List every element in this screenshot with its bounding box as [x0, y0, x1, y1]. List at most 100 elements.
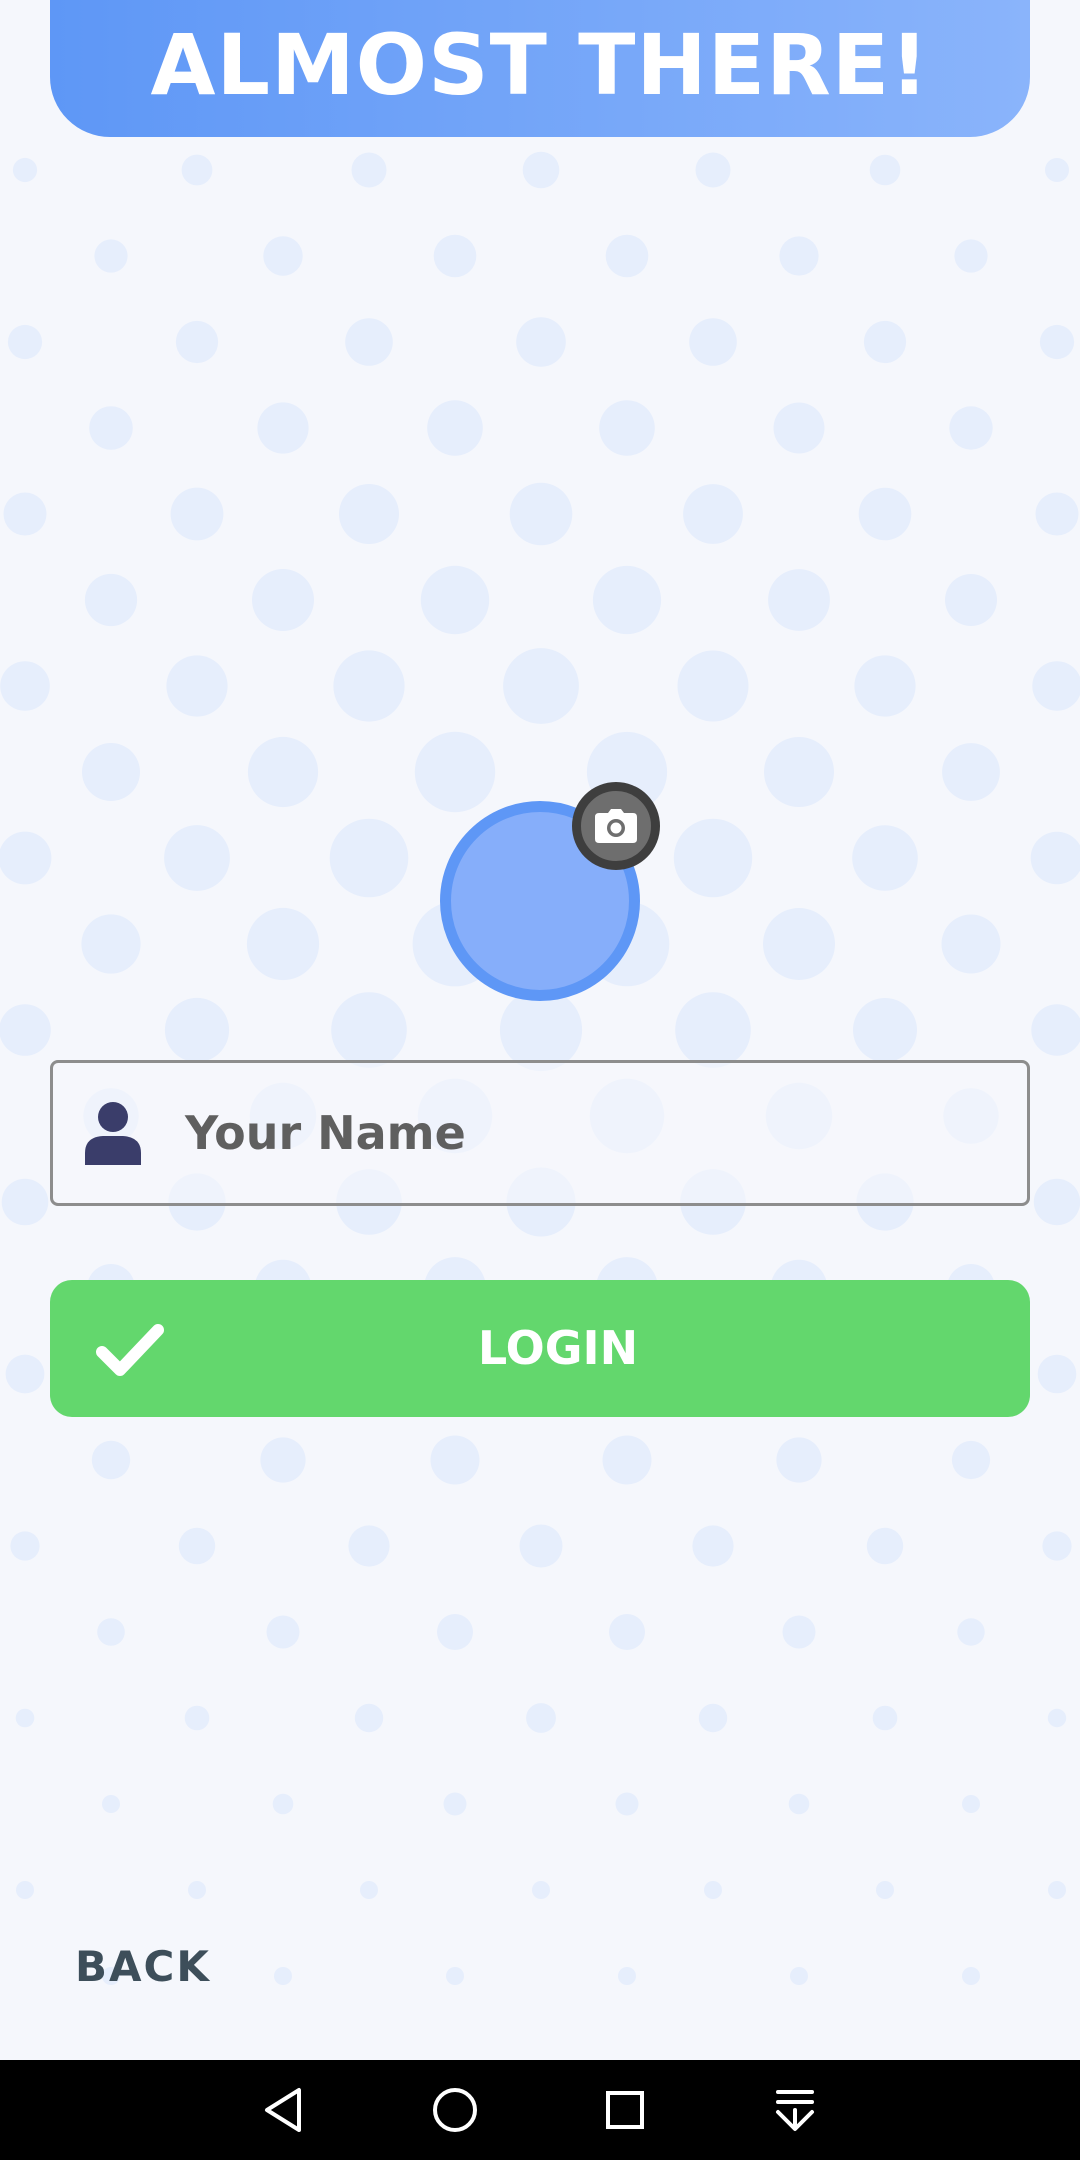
recents-square-icon: [606, 2091, 644, 2129]
background-dot: [704, 1881, 722, 1899]
background-dot: [683, 484, 743, 544]
change-photo-button[interactable]: [572, 782, 660, 870]
name-input-placeholder: Your Name: [185, 1106, 466, 1160]
background-dot: [951, 1440, 991, 1480]
background-dot: [509, 482, 573, 546]
background-dot: [12, 157, 38, 183]
background-dot: [779, 236, 819, 276]
background-dot: [84, 573, 138, 627]
background-dot: [957, 1618, 985, 1646]
background-dot: [339, 484, 399, 544]
background-dot: [1037, 1354, 1077, 1394]
background-dot: [260, 1437, 306, 1483]
background-dot: [175, 320, 219, 364]
background-dot: [247, 736, 319, 808]
background-dot: [252, 569, 314, 631]
background-dot: [677, 650, 749, 722]
background-dot: [82, 743, 140, 801]
nav-notifications-button[interactable]: [765, 2080, 825, 2140]
background-dot: [266, 1615, 300, 1649]
login-button[interactable]: LOGIN: [50, 1280, 1030, 1417]
background-dot: [91, 1440, 131, 1480]
background-dot: [773, 402, 825, 454]
background-dot: [962, 1795, 980, 1813]
background-dot: [962, 1967, 980, 1985]
background-dot: [1033, 1178, 1080, 1226]
page-title: ALMOST THERE!: [150, 15, 930, 114]
name-input-field[interactable]: Your Name: [50, 1060, 1030, 1206]
background-dot: [446, 1967, 464, 1985]
background-dot: [414, 731, 496, 813]
background-dot: [592, 565, 662, 635]
background-dot: [872, 1705, 898, 1731]
camera-icon: [595, 809, 637, 843]
home-circle-icon: [433, 2088, 477, 2132]
background-dot: [3, 492, 47, 536]
background-dot: [15, 1708, 35, 1728]
background-dot: [763, 908, 835, 980]
nav-home-button[interactable]: [425, 2080, 485, 2140]
background-dot: [329, 818, 409, 898]
nav-recents-button[interactable]: [595, 2080, 655, 2140]
background-dot: [1045, 158, 1069, 182]
background-dot: [866, 1527, 904, 1565]
background-dot-pattern: [0, 151, 1080, 1985]
background-dot: [246, 907, 320, 981]
background-dot: [858, 487, 912, 541]
background-dot: [348, 1525, 390, 1567]
background-dot: [618, 1967, 636, 1985]
background-dot: [420, 565, 490, 635]
background-dot: [1032, 661, 1080, 711]
background-dot: [263, 236, 303, 276]
background-dot: [532, 1881, 550, 1899]
background-dot: [331, 992, 407, 1068]
back-button[interactable]: BACK: [75, 1942, 211, 1991]
background-dot: [609, 1614, 645, 1650]
background-dot: [427, 400, 483, 456]
background-dot: [164, 825, 230, 891]
background-dot: [170, 487, 224, 541]
background-dot: [692, 1525, 734, 1567]
nav-back-button[interactable]: [255, 2080, 315, 2140]
background-dot: [1042, 1531, 1072, 1561]
background-dot: [354, 1703, 384, 1733]
background-dot: [675, 992, 751, 1068]
background-dot: [81, 914, 141, 974]
background-dot: [605, 234, 649, 278]
background-dot: [351, 152, 387, 188]
background-dot: [360, 1881, 378, 1899]
background-dot: [1031, 1004, 1080, 1056]
background-dot: [869, 154, 901, 186]
background-dot: [443, 1792, 467, 1816]
background-dot: [790, 1967, 808, 1985]
background-dot: [673, 818, 753, 898]
background-dot: [166, 655, 228, 717]
background-dot: [188, 1881, 206, 1899]
background-dot: [954, 239, 988, 273]
background-dot: [257, 402, 309, 454]
background-dot: [94, 239, 128, 273]
background-dot: [178, 1527, 216, 1565]
background-dot: [788, 1793, 810, 1815]
background-dot: [89, 406, 133, 450]
background-dot: [97, 1618, 125, 1646]
background-dot: [615, 1792, 639, 1816]
background-dot: [768, 569, 830, 631]
background-dot: [5, 1354, 45, 1394]
background-dot: [333, 650, 405, 722]
background-dot: [345, 318, 393, 366]
background-dot: [184, 1705, 210, 1731]
background-dot: [1030, 831, 1080, 885]
background-dot: [853, 998, 917, 1062]
background-dot: [181, 154, 213, 186]
background-dot: [1048, 1881, 1066, 1899]
background-dot: [852, 825, 918, 891]
person-icon: [85, 1102, 141, 1165]
background-dot: [0, 1004, 51, 1056]
background-dot: [164, 997, 230, 1063]
background-dot: [499, 988, 583, 1072]
background-dot: [941, 914, 1001, 974]
background-dot: [782, 1615, 816, 1649]
background-dot: [945, 574, 997, 626]
background-dot: [1039, 324, 1075, 360]
